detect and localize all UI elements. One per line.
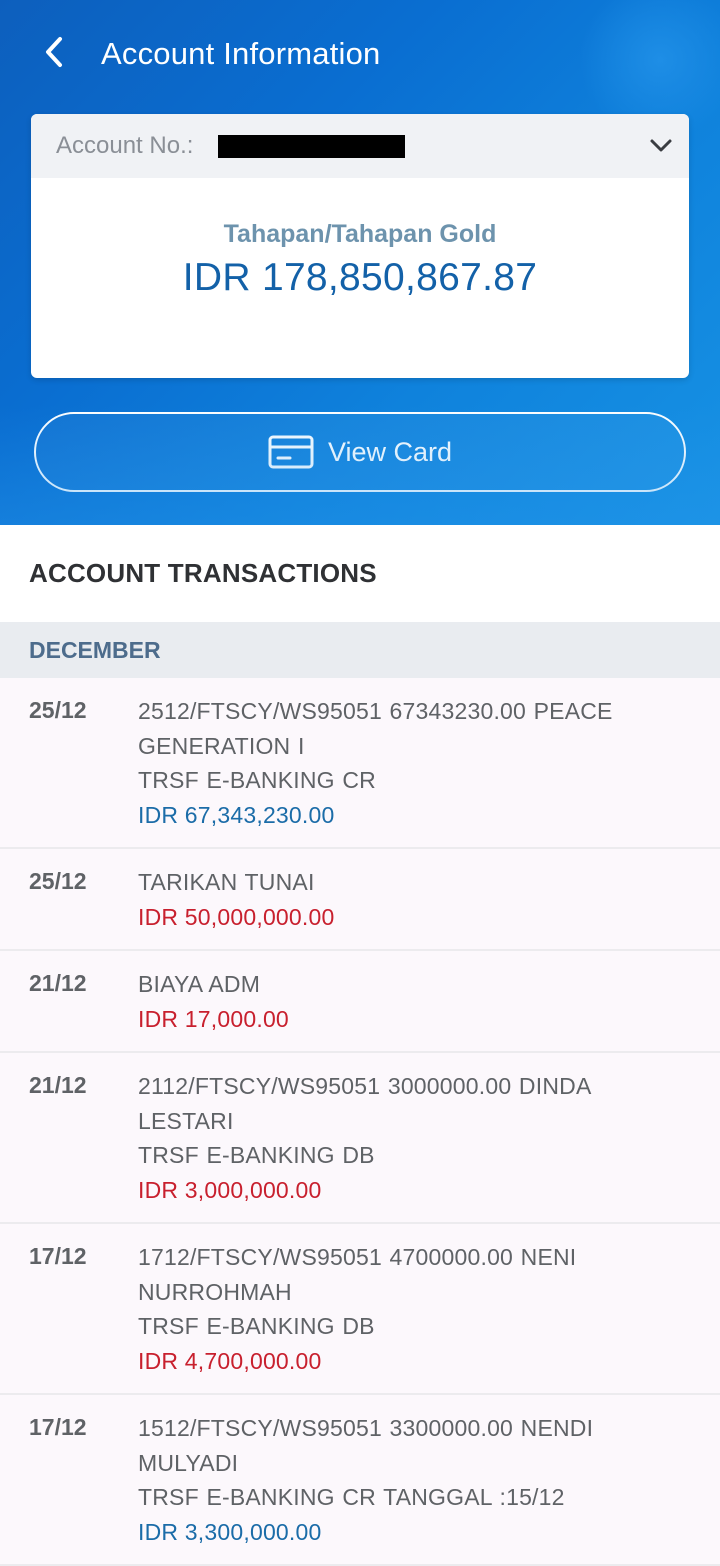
transaction-description: TRSF E-BANKING DB [138,1142,375,1168]
transaction-details: 1712/FTSCY/WS95051 4700000.00 NENI NURROH… [138,1240,720,1378]
transaction-description: 2112/FTSCY/WS95051 3000000.00 DINDA [138,1073,592,1099]
transaction-list: 25/12 2512/FTSCY/WS95051 67343230.00 PEAC… [0,678,720,1566]
transaction-details: BIAYA ADM IDR 17,000.00 [138,967,720,1036]
transaction-row[interactable]: 17/12 1512/FTSCY/WS95051 3300000.00 NENDI… [0,1395,720,1566]
transaction-date: 25/12 [29,697,87,723]
month-header: DECEMBER [0,622,720,678]
page-title: Account Information [101,36,381,71]
transaction-description: NURROHMAH [138,1278,292,1305]
transaction-row[interactable]: 25/12 2512/FTSCY/WS95051 67343230.00 PEAC… [0,678,720,849]
transaction-description: MULYADI [138,1449,239,1476]
header-banner: Account Information Account No.: Tahapan… [0,0,720,525]
transaction-description: TRSF E-BANKING CR TANGGAL :15/12 [138,1484,565,1510]
transaction-amount: IDR 3,000,000.00 [138,1176,322,1203]
transaction-details: 2512/FTSCY/WS95051 67343230.00 PEACE GENE… [138,694,720,832]
transaction-details: TARIKAN TUNAI IDR 50,000,000.00 [138,865,720,934]
account-number-label: Account No.: [56,132,194,159]
transaction-amount: IDR 17,000.00 [138,1005,289,1032]
transaction-date: 25/12 [29,868,87,894]
account-card: Account No.: Tahapan/Tahapan Gold IDR 17… [31,114,689,378]
transaction-amount: IDR 67,343,230.00 [138,801,335,828]
transaction-description: TRSF E-BANKING CR [138,767,376,793]
transaction-row[interactable]: 25/12 TARIKAN TUNAI IDR 50,000,000.00 [0,849,720,951]
view-card-button[interactable]: View Card [34,412,686,492]
back-button[interactable] [30,28,78,76]
transaction-description: 1512/FTSCY/WS95051 3300000.00 NENDI [138,1415,594,1441]
transaction-row[interactable]: 21/12 2112/FTSCY/WS95051 3000000.00 DINDA… [0,1053,720,1224]
transaction-description: BIAYA ADM [138,971,261,997]
transaction-date: 21/12 [29,970,87,996]
transaction-row[interactable]: 17/12 1712/FTSCY/WS95051 4700000.00 NENI N… [0,1224,720,1395]
transaction-date: 21/12 [29,1072,87,1098]
transaction-date: 17/12 [29,1243,87,1269]
transaction-description: 2512/FTSCY/WS95051 67343230.00 PEACE [138,698,613,724]
card-icon [268,435,314,469]
month-label: DECEMBER [29,636,161,663]
transaction-description: GENERATION I [138,732,305,759]
chevron-left-icon [46,37,62,67]
view-card-label: View Card [327,436,453,467]
account-selector[interactable]: Account No.: [31,114,689,178]
transaction-amount: IDR 3,300,000.00 [138,1518,322,1545]
transaction-description: LESTARI [138,1107,234,1134]
transaction-amount: IDR 50,000,000.00 [138,903,335,930]
transaction-description: TARIKAN TUNAI [138,869,315,895]
account-product-name: Tahapan/Tahapan Gold [223,220,497,248]
account-number-redacted [218,135,405,158]
account-balance: IDR 178,850,867.87 [182,256,538,299]
chevron-down-icon[interactable] [647,132,675,160]
transaction-row[interactable]: 21/12 BIAYA ADM IDR 17,000.00 [0,951,720,1053]
section-title: ACCOUNT TRANSACTIONS [29,558,377,588]
transaction-amount: IDR 4,700,000.00 [138,1347,322,1374]
transaction-description: 1712/FTSCY/WS95051 4700000.00 NENI [138,1244,577,1270]
transaction-details: 1512/FTSCY/WS95051 3300000.00 NENDI MULYA… [138,1411,720,1549]
transaction-date: 17/12 [29,1414,87,1440]
transaction-description: TRSF E-BANKING DB [138,1313,375,1339]
transaction-details: 2112/FTSCY/WS95051 3000000.00 DINDA LESTA… [138,1069,720,1207]
